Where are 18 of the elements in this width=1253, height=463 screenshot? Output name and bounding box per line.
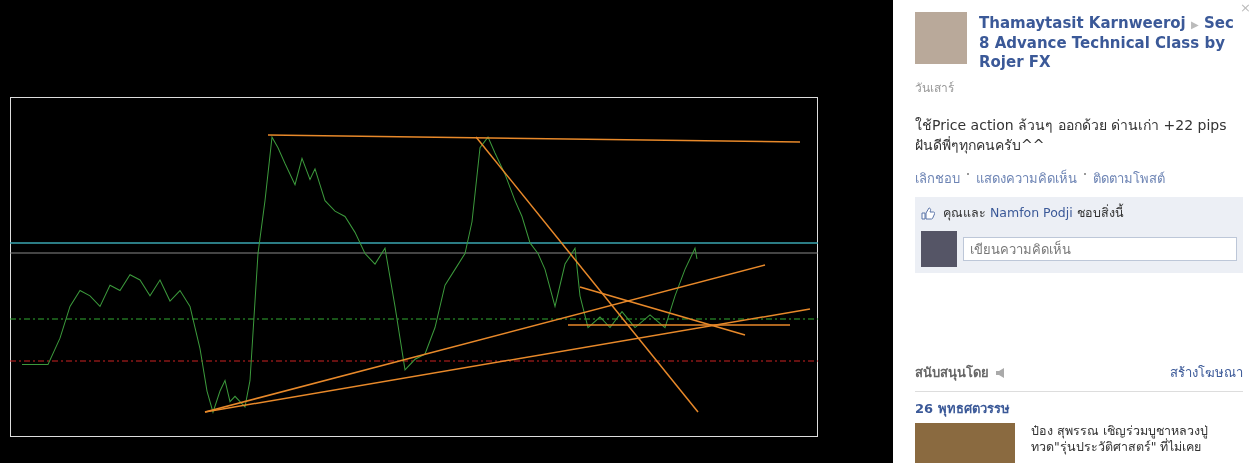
megaphone-icon [995,367,1007,378]
ad-title-link[interactable]: 26 พุทธศตวรรษ [915,398,1243,419]
avatar-photo-placeholder [915,12,967,64]
post-date: วันเสาร์ [915,80,955,97]
user-link[interactable]: Namfon Podji [990,205,1073,220]
action-link[interactable]: ติดตามโพสต์ [1093,168,1165,189]
sponsored-heading: สนับสนุนโดย [915,364,989,383]
likes-text: คุณและ Namfon Podji ชอบสิ่งนี้ [943,203,1124,223]
post-title: Thamaytasit Karnweeroj ▶ Sec 8 Advance Technical Class by Rojer FX [979,14,1235,72]
action-link[interactable]: เลิกชอบ [915,168,960,189]
close-button[interactable]: × [1240,0,1251,15]
comment-field[interactable]: เขียนความคิดเห็น [963,237,1237,261]
avatar-photo-placeholder [921,231,957,267]
post-text: ใช้Price action ล้วนๆ ออกด้วย ด่านเก่า +22 pips ฝันดีพี่ๆทุกคนครับ^^ [915,116,1228,155]
create-ad-link[interactable]: สร้างโฆษณา [1170,362,1243,383]
ad-text: ป๋อง สุพรรณ เชิญร่วมบูชาหลวงปู่ ทวด"รุ่นประวัติศาสตร์" ที่ไม่เคย [1031,423,1208,457]
thumbs-up-icon [921,206,935,220]
action-link[interactable]: แสดงความคิดเห็น [976,168,1077,189]
